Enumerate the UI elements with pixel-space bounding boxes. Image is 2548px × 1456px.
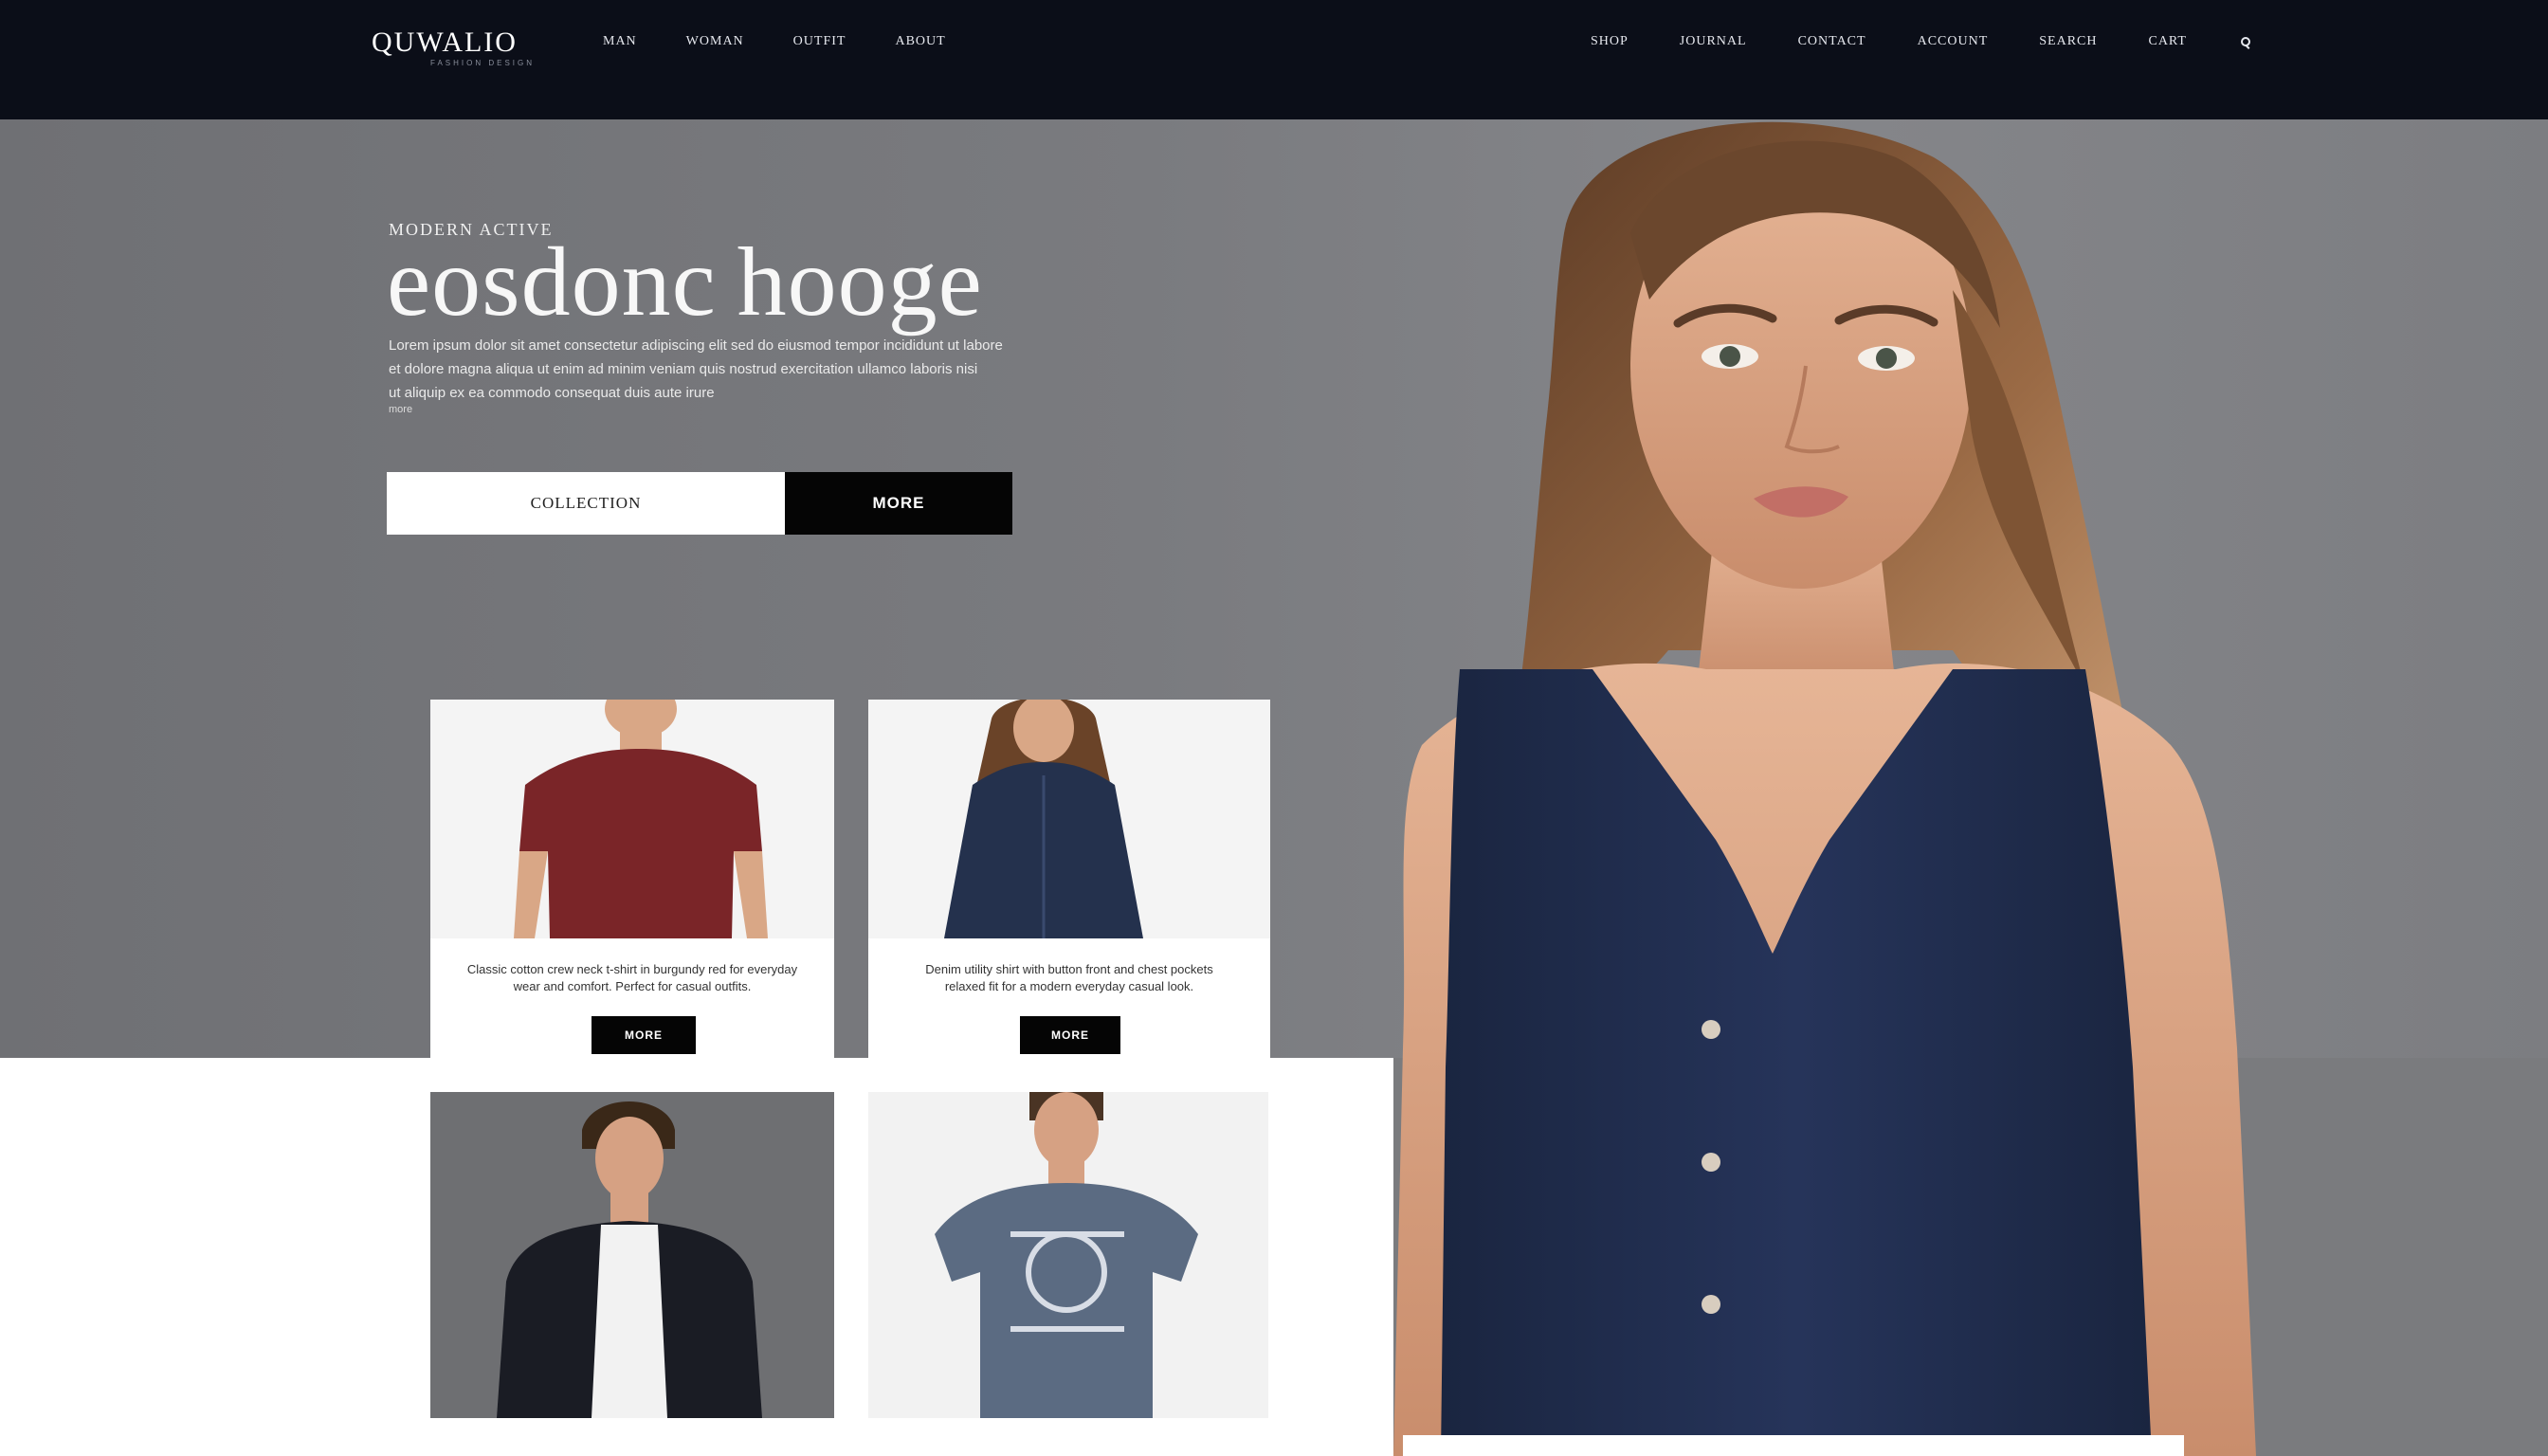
hero-paragraph: Lorem ipsum dolor sit amet consectetur a… (389, 334, 1033, 405)
nav-item-account[interactable]: ACCOUNT (1918, 34, 1989, 49)
product-description-line: relaxed fit for a modern everyday casual… (944, 979, 1194, 993)
top-navigation: QUWALIO FASHION DESIGN MAN WOMAN OUTFIT … (0, 0, 2548, 119)
secondary-nav: SHOP JOURNAL CONTACT ACCOUNT SEARCH CART (1591, 34, 2251, 49)
more-button[interactable]: MORE (785, 472, 1012, 535)
product-card[interactable]: Classic cotton crew neck t-shirt in burg… (430, 700, 834, 1058)
nav-item-cart[interactable]: CART (2148, 34, 2187, 49)
product-image[interactable] (430, 700, 834, 938)
primary-nav: MAN WOMAN OUTFIT ABOUT (603, 34, 946, 49)
product-image[interactable] (430, 1092, 834, 1418)
nav-item-journal[interactable]: JOURNAL (1680, 34, 1747, 49)
nav-item-search[interactable]: SEARCH (2039, 34, 2097, 49)
nav-item-shop[interactable]: SHOP (1591, 34, 1629, 49)
product-more-button[interactable]: MORE (1020, 1016, 1120, 1054)
nav-item-about[interactable]: ABOUT (895, 34, 945, 49)
collection-button[interactable]: COLLECTION (387, 472, 785, 535)
product-description-line: Denim utility shirt with button front an… (925, 962, 1213, 976)
product-description-line: Classic cotton crew neck t-shirt in burg… (466, 962, 798, 976)
product-description-line: wear and comfort. Perfect for casual out… (513, 979, 752, 993)
nav-item-man[interactable]: MAN (603, 34, 637, 49)
product-image[interactable] (868, 1092, 1268, 1418)
product-description: Classic cotton crew neck t-shirt in burg… (430, 961, 834, 995)
hero-paragraph-line: et dolore magna aliqua ut enim ad minim … (389, 361, 978, 377)
brand-tagline: FASHION DESIGN (430, 59, 536, 67)
brand-logo[interactable]: QUWALIO (372, 27, 518, 59)
search-icon[interactable] (2238, 35, 2251, 48)
hero-paragraph-line: ut aliquip ex ea commodo consequat duis … (389, 385, 715, 401)
product-more-button[interactable]: MORE (592, 1016, 696, 1054)
hero-paragraph-line: Lorem ipsum dolor sit amet consectetur a… (389, 337, 1003, 354)
hero-model-image (1393, 121, 2256, 1456)
nav-item-woman[interactable]: WOMAN (686, 34, 744, 49)
hero-headline: eosdonc hooge (387, 228, 983, 337)
nav-item-outfit[interactable]: OUTFIT (793, 34, 846, 49)
product-description: Denim utility shirt with button front an… (868, 961, 1270, 995)
hero-paragraph-note[interactable]: more (389, 404, 412, 415)
nav-item-contact[interactable]: CONTACT (1798, 34, 1866, 49)
tshirt-body (519, 749, 762, 938)
page-bottom-strip (1403, 1435, 2184, 1456)
product-card[interactable]: Denim utility shirt with button front an… (868, 700, 1270, 1058)
product-image[interactable] (868, 700, 1270, 938)
